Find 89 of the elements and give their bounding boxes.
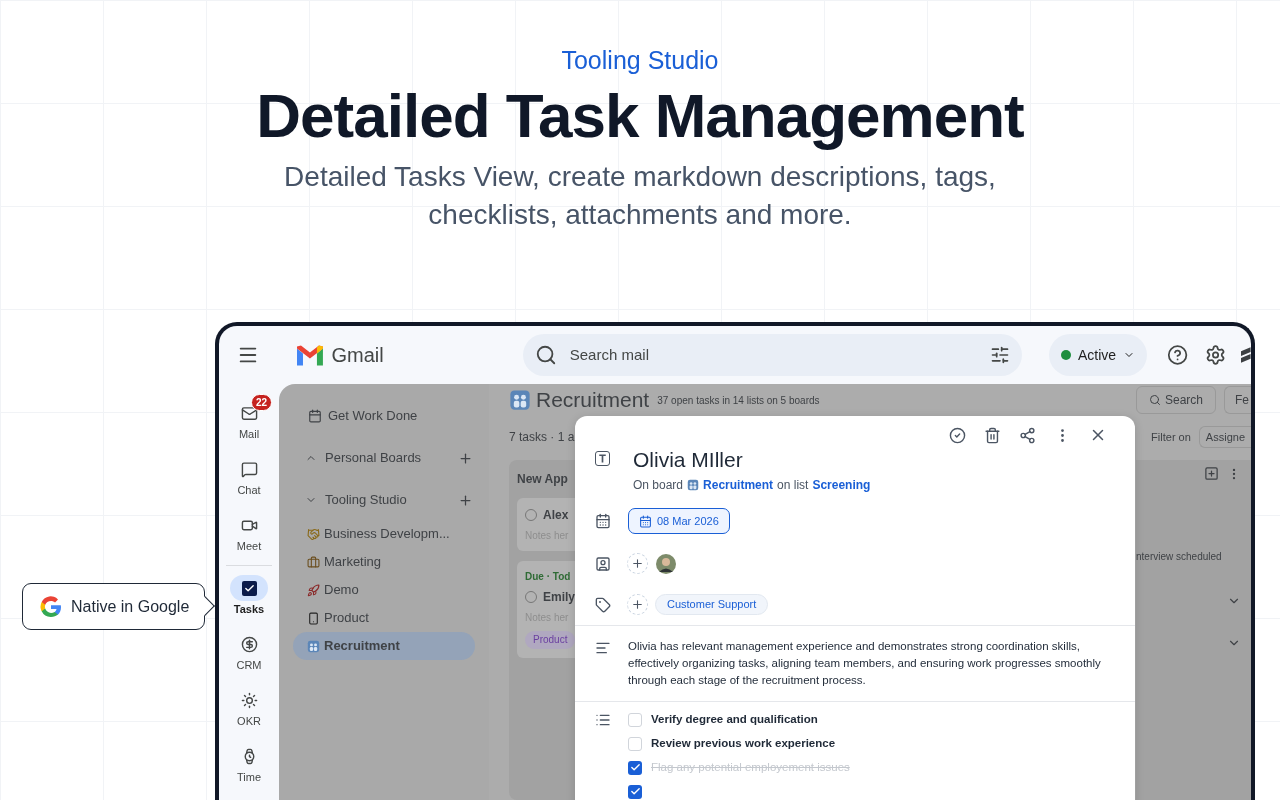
search-field[interactable]: Search mail <box>569 343 991 367</box>
board-item[interactable]: Marketing <box>293 548 475 576</box>
group-label[interactable]: Personal Boards <box>325 448 458 468</box>
board-title: Recruitment <box>536 387 650 414</box>
task-description: Olivia has relevant management experience and demonstrates strong coordination skills, effectively organizing tasks, aligning team members, and ensuring work progresses smoothly through each stage of the recruitment process. <box>628 639 1102 688</box>
filter-label: Filter on <box>1151 429 1191 445</box>
board-item[interactable]: Demo <box>293 576 475 604</box>
bag-icon <box>307 555 320 569</box>
card-tag: Product <box>525 631 576 649</box>
search-icon <box>1148 394 1161 406</box>
share-icon[interactable] <box>1019 426 1036 444</box>
board-item[interactable]: Product <box>293 604 475 632</box>
rail-item[interactable]: Meet <box>221 506 277 562</box>
rail-item[interactable]: Tasks <box>221 569 277 625</box>
card-title: Emily <box>543 589 575 606</box>
title-icon <box>595 451 610 466</box>
checklist-item: Flag any potential employement issues <box>651 759 850 775</box>
gmail-logo-icon <box>296 344 323 366</box>
phone-icon <box>307 611 320 625</box>
people-icon <box>307 639 320 653</box>
board-line-text: On board <box>633 477 684 494</box>
people-icon <box>509 389 531 411</box>
handshake-icon <box>307 527 320 541</box>
eyebrow: Tooling Studio <box>561 45 719 76</box>
board-summary: 37 open tasks in 14 lists on 5 boards <box>657 393 820 408</box>
mail-icon <box>240 404 258 422</box>
sun-icon <box>240 691 258 709</box>
settings-icon[interactable] <box>1205 344 1227 366</box>
complete-icon[interactable] <box>949 426 966 444</box>
due-date-button[interactable]: 08 Mar 2026 <box>628 508 730 534</box>
google-logo-icon <box>39 594 63 619</box>
checklist-item: Review previous work experience <box>651 735 836 751</box>
task-title: Olivia MIller <box>633 447 744 473</box>
sidebar-item[interactable]: Get Work Done <box>293 402 475 430</box>
calendar-icon <box>595 513 611 529</box>
checkbox[interactable] <box>628 760 642 775</box>
assignee-icon <box>595 555 611 572</box>
calendar-icon <box>308 409 322 423</box>
rail-item[interactable]: Chat <box>221 450 277 506</box>
board-item[interactable]: Recruitment <box>293 632 475 660</box>
board-link[interactable]: Recruitment <box>703 476 774 494</box>
dollar-icon <box>240 635 258 653</box>
checkbox-icon <box>241 580 257 596</box>
rail-item[interactable]: Time <box>221 737 277 793</box>
chat-icon <box>240 460 258 478</box>
add-icon[interactable] <box>1204 466 1219 481</box>
board-item[interactable]: Business Developm... <box>293 520 475 548</box>
search-bar[interactable]: Search mail <box>522 334 1023 376</box>
filter-field[interactable]: Assigne <box>1198 426 1251 448</box>
rail-item[interactable]: Mail 22 <box>221 394 277 450</box>
group-label[interactable]: Tooling Studio <box>325 490 458 510</box>
avatar-icon <box>656 553 676 574</box>
app-name: Gmail <box>331 343 384 368</box>
tag-icon <box>595 596 611 613</box>
rail-item[interactable]: CRM <box>221 625 277 681</box>
rail-item[interactable]: OKR <box>221 681 277 737</box>
checkbox[interactable] <box>628 736 642 751</box>
add-icon[interactable] <box>458 492 473 508</box>
plus-icon <box>631 598 644 611</box>
board-line-text: on list <box>777 477 809 494</box>
checkbox[interactable] <box>628 784 642 799</box>
logo-icon <box>1241 347 1251 363</box>
rocket-icon <box>307 583 320 597</box>
callout-label: Native in Google <box>71 596 190 617</box>
description-icon <box>595 640 611 656</box>
help-icon[interactable] <box>1167 344 1189 366</box>
checkbox[interactable] <box>628 712 642 727</box>
people-icon <box>687 479 700 491</box>
filter-icon[interactable] <box>990 345 1011 365</box>
list-link[interactable]: Screening <box>812 476 871 494</box>
page-title: Detailed Task Management <box>256 80 1024 152</box>
search-icon <box>534 344 557 366</box>
checklist-icon <box>595 712 611 728</box>
tag-chip[interactable]: Customer Support <box>655 594 769 615</box>
due-label: Due · Tod <box>525 570 572 584</box>
subtitle: Detailed Tasks View, create markdown descriptions, tags, checklists, attachments and more. <box>283 160 997 232</box>
task-count: 7 tasks · 1 a <box>509 429 575 446</box>
status-button[interactable]: Active <box>1049 334 1148 376</box>
card-title: Alex <box>543 507 569 524</box>
column-title: New App <box>517 471 569 488</box>
plus-icon <box>631 557 644 570</box>
card-notes: nterview scheduled <box>1136 550 1222 564</box>
checklist-item: Verify degree and qualification <box>651 711 818 727</box>
unread-badge: 22 <box>251 394 273 411</box>
add-icon[interactable] <box>458 450 473 466</box>
search-button[interactable]: Search <box>1135 386 1216 414</box>
toolbar-button[interactable]: Fe <box>1224 386 1251 414</box>
calendar-icon <box>639 514 652 528</box>
delete-icon[interactable] <box>984 426 1001 444</box>
